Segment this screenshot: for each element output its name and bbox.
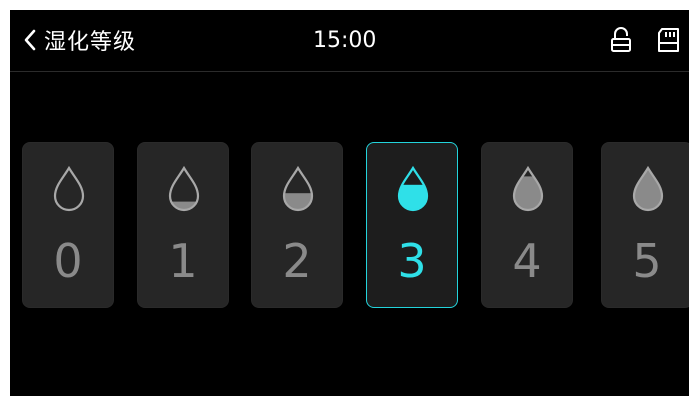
level-number: 5 <box>632 234 662 288</box>
level-card-2[interactable]: 2 <box>251 142 343 308</box>
clock: 15:00 <box>313 28 377 53</box>
water-drop-icon <box>168 165 200 212</box>
page-title: 湿化等级 <box>44 30 137 55</box>
sd-card-icon[interactable] <box>656 26 682 54</box>
water-drop-icon <box>397 165 429 212</box>
level-number: 4 <box>512 234 542 288</box>
level-card-3[interactable]: 3 <box>366 142 458 308</box>
level-card-5[interactable]: 5 <box>601 142 689 308</box>
level-number: 1 <box>168 234 198 288</box>
water-drop-icon <box>53 165 85 212</box>
level-card-1[interactable]: 1 <box>137 142 229 308</box>
level-number: 3 <box>397 234 427 288</box>
lock-icon[interactable] <box>608 26 634 54</box>
level-card-4[interactable]: 4 <box>481 142 573 308</box>
level-card-0[interactable]: 0 <box>22 142 114 308</box>
back-button[interactable]: 湿化等级 <box>22 24 136 56</box>
level-number: 2 <box>282 234 312 288</box>
level-number: 0 <box>53 234 83 288</box>
water-drop-icon <box>512 165 544 212</box>
chevron-left-icon <box>24 29 36 51</box>
top-bar: 湿化等级 15:00 <box>10 10 689 72</box>
water-drop-icon <box>632 165 664 212</box>
water-drop-icon <box>282 165 314 212</box>
device-screen: 湿化等级 15:00 0 1 2 3 4 5 <box>10 10 689 396</box>
drop-outline <box>53 165 85 212</box>
